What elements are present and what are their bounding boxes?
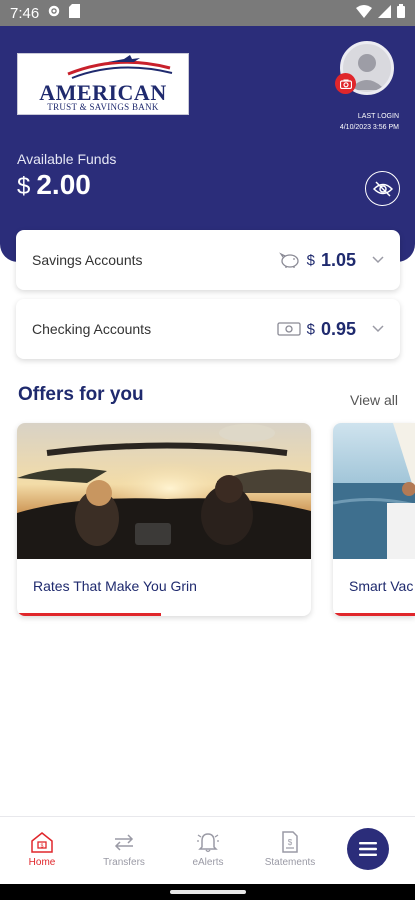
savings-accounts-card[interactable]: Savings Accounts $ 1.05 xyxy=(16,230,400,290)
nav-statements-label: Statements xyxy=(264,857,316,868)
change-photo-button[interactable] xyxy=(335,73,356,94)
svg-text:$: $ xyxy=(288,838,293,847)
piggy-bank-icon xyxy=(278,252,299,268)
checking-accounts-card[interactable]: Checking Accounts $ 0.95 xyxy=(16,299,400,359)
available-funds-value: $ 2.00 xyxy=(17,169,91,201)
savings-currency: $ xyxy=(306,251,315,269)
nav-ealerts[interactable]: eAlerts xyxy=(167,817,249,885)
transfer-icon xyxy=(114,834,134,851)
savings-amount: 1.05 xyxy=(320,249,356,270)
cash-icon xyxy=(276,322,301,336)
signal-icon xyxy=(378,4,391,22)
camera-icon xyxy=(339,79,352,89)
battery-icon xyxy=(397,4,405,22)
chevron-down-icon[interactable] xyxy=(372,325,384,333)
nav-ealerts-label: eAlerts xyxy=(192,857,224,868)
savings-accounts-label: Savings Accounts xyxy=(32,252,143,268)
hide-balance-button[interactable] xyxy=(365,171,400,206)
available-funds-label: Available Funds xyxy=(17,151,117,167)
menu-icon xyxy=(359,842,377,856)
bank-logo: AMERICAN TRUST & SAVINGS BANK xyxy=(17,53,189,115)
funds-amount: 2.00 xyxy=(36,169,91,200)
status-time: 7:46 xyxy=(10,4,40,22)
checking-currency: $ xyxy=(306,320,315,338)
offer-title: Rates That Make You Grin xyxy=(33,578,197,594)
funds-currency: $ xyxy=(17,173,31,200)
checking-amount: 0.95 xyxy=(320,318,356,339)
gesture-handle[interactable] xyxy=(170,890,246,894)
nav-home-label: Home xyxy=(28,857,56,868)
offers-heading: Offers for you xyxy=(18,384,144,405)
nav-statements[interactable]: $ Statements xyxy=(249,817,331,885)
offer-title: Smart Vac xyxy=(349,578,414,594)
last-login-value: 4/10/2023 3:56 PM xyxy=(339,124,399,131)
bell-icon xyxy=(197,833,219,853)
svg-text:$: $ xyxy=(41,844,44,850)
account-header: AMERICAN TRUST & SAVINGS BANK LAST LOGIN… xyxy=(0,26,415,262)
menu-button[interactable] xyxy=(347,828,389,870)
wifi-icon xyxy=(356,4,372,22)
last-login-label: LAST LOGIN xyxy=(357,113,399,120)
settings-icon xyxy=(47,4,61,22)
chevron-down-icon[interactable] xyxy=(372,256,384,264)
view-all-offers-link[interactable]: View all xyxy=(350,392,398,408)
home-icon: $ xyxy=(31,832,53,853)
sd-card-icon xyxy=(69,4,81,22)
checking-accounts-label: Checking Accounts xyxy=(32,321,152,337)
offer-image-convertible-sunset xyxy=(17,423,311,559)
offer-image-sailing xyxy=(333,423,415,559)
offer-progress-bar xyxy=(17,613,162,616)
nav-transfers-label: Transfers xyxy=(103,857,145,868)
eye-off-icon xyxy=(372,180,393,197)
offer-card[interactable]: Smart Vac xyxy=(333,423,415,616)
nav-home[interactable]: $ Home xyxy=(1,817,83,885)
statement-icon: $ xyxy=(282,831,298,853)
nav-transfers[interactable]: Transfers xyxy=(83,817,165,885)
flag-plane-icon xyxy=(67,55,173,79)
offer-progress-bar xyxy=(333,613,415,616)
bank-tagline: TRUST & SAVINGS BANK xyxy=(47,102,159,112)
status-bar: 7:46 xyxy=(0,0,415,26)
offer-card[interactable]: Rates That Make You Grin xyxy=(17,423,311,616)
